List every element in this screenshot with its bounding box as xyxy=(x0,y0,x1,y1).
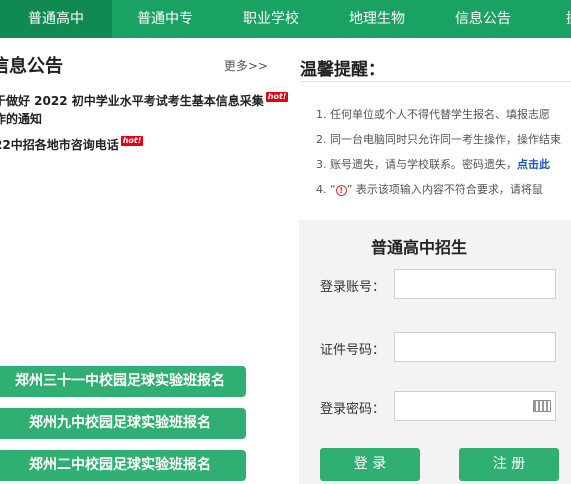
notice-item[interactable]: 于做好 2022 初中学业水平考试考生基本信息采集 hot! xyxy=(0,92,289,110)
enroll-button-list: 郑州三十一中校园足球实验班报名 郑州九中校园足球实验班报名 郑州二中校园足球实验… xyxy=(0,366,246,484)
enroll-button-zz2[interactable]: 郑州二中校园足球实验班报名 xyxy=(0,450,246,481)
nav-item-geography-biology[interactable]: 地理生物 xyxy=(324,0,430,38)
tip-item: 3. 账号遗失，请与学校联系。密码遗失，点击此 xyxy=(316,158,571,172)
enroll-button-zz9[interactable]: 郑州九中校园足球实验班报名 xyxy=(0,408,246,439)
warning-icon: ! xyxy=(335,184,347,196)
register-button[interactable]: 注 册 xyxy=(459,448,559,481)
tip-text: ” 表示该项输入内容不符合要求，请将鼠 xyxy=(346,183,543,196)
right-column: 温馨提醒： 1. 任何单位或个人不得代替学生报名、填报志愿 2. 同一台电脑同时… xyxy=(282,38,571,484)
nav-item-announcements[interactable]: 信息公告 xyxy=(430,0,536,38)
id-number-input[interactable] xyxy=(394,332,556,362)
tip-text: 3. 账号遗失，请与学校联系。密码遗失， xyxy=(316,158,517,171)
tips-list: 1. 任何单位或个人不得代替学生报名、填报志愿 2. 同一台电脑同时只允许同一考… xyxy=(316,108,571,208)
tip-item: 2. 同一台电脑同时只允许同一考生操作，操作结束 xyxy=(316,133,561,146)
account-input[interactable] xyxy=(394,269,556,299)
login-title: 普通高中招生 xyxy=(370,238,467,257)
tips-title: 温馨提醒： xyxy=(300,60,385,80)
password-label: 登录密码： xyxy=(320,402,386,417)
notice-title: 信息公告 xyxy=(0,56,63,77)
login-button[interactable]: 登 录 xyxy=(320,448,420,481)
tip-text: 4. “ xyxy=(316,183,336,196)
notice-more-link[interactable]: 更多>> xyxy=(224,57,268,74)
recover-password-link[interactable]: 点击此 xyxy=(517,158,550,171)
hot-badge: hot! xyxy=(120,136,144,146)
left-column: 信息公告 更多>> 于做好 2022 初中学业水平考试考生基本信息采集hot! … xyxy=(0,38,289,484)
tip-item: 1. 任何单位或个人不得代替学生报名、填报志愿 xyxy=(316,108,550,121)
id-number-label: 证件号码： xyxy=(320,343,386,358)
notice-item-continuation[interactable]: 作的通知 xyxy=(0,110,284,128)
enroll-button-zz31[interactable]: 郑州三十一中校园足球实验班报名 xyxy=(0,366,246,397)
notice-item-text: 作的通知 xyxy=(0,112,43,126)
nav-item-general-high-school[interactable]: 普通高中 xyxy=(0,0,112,38)
nav-item-vocational-school[interactable]: 职业学校 xyxy=(218,0,324,38)
notice-item-text: 于做好 2022 初中学业水平考试考生基本信息采集 xyxy=(0,94,264,108)
notice-item[interactable]: 22中招各地市咨询电话 hot! xyxy=(0,136,284,154)
virtual-keyboard-icon[interactable] xyxy=(533,400,551,412)
nav-item-more-truncated[interactable]: 操 xyxy=(536,0,571,38)
notice-header: 信息公告 更多>> xyxy=(0,52,268,78)
tip-item: 4. “!” 表示该项输入内容不符合要求，请将鼠 xyxy=(316,183,571,197)
password-input[interactable] xyxy=(394,391,556,421)
notice-list: 于做好 2022 初中学业水平考试考生基本信息采集 hot! 作的通知 22中招各… xyxy=(0,92,289,162)
nav-item-general-secondary[interactable]: 普通中专 xyxy=(112,0,218,38)
tips-divider xyxy=(300,81,571,82)
account-label: 登录账号： xyxy=(320,280,386,295)
notice-item-text: 22中招各地市咨询电话 xyxy=(0,138,119,152)
login-panel: 普通高中招生 登录账号： 证件号码： 登录密码： 登 录 注 册 xyxy=(299,220,571,484)
main-nav: 普通高中 普通中专 职业学校 地理生物 信息公告 操 xyxy=(0,0,571,38)
